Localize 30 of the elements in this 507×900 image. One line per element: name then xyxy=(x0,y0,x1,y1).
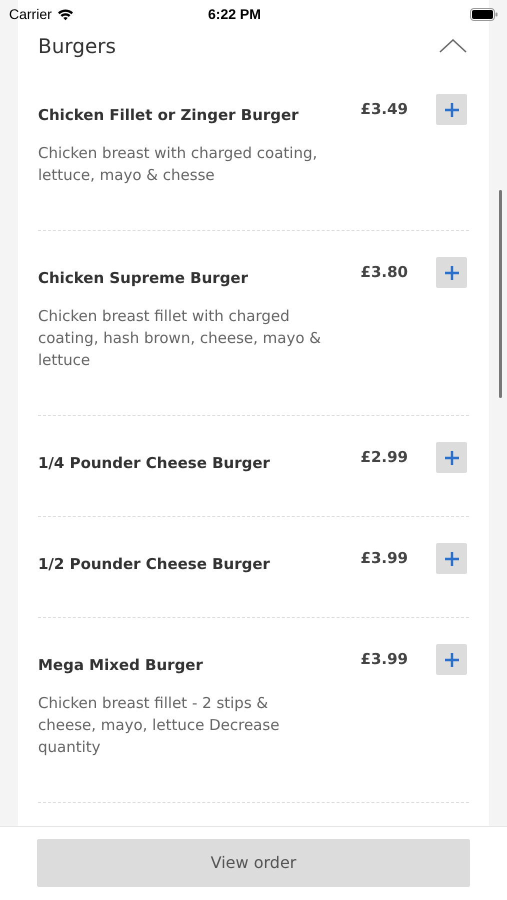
item-name: 1/2 Pounder Cheese Burger xyxy=(38,554,271,575)
section-title: Burgers xyxy=(38,33,116,60)
item-description: Chicken breast fillet with charged coating, hash brown, cheese, mayo & lettuce xyxy=(38,306,322,371)
add-button[interactable] xyxy=(436,257,467,288)
battery-icon xyxy=(470,8,498,20)
carrier-label: Carrier xyxy=(9,4,52,24)
add-button[interactable] xyxy=(436,442,467,473)
chevron-up-icon[interactable] xyxy=(439,39,467,53)
item-description: Chicken breast with charged coating, lettuce, mayo & chesse xyxy=(38,143,318,186)
item-price: £3.49 xyxy=(360,99,408,120)
view-order-button[interactable]: View order xyxy=(37,839,470,887)
item-name: Chicken Fillet or Zinger Burger xyxy=(38,105,300,126)
add-button[interactable] xyxy=(436,543,467,574)
plus-icon xyxy=(444,550,460,566)
plus-icon xyxy=(444,264,460,280)
item-name: Chicken Supreme Burger xyxy=(38,268,249,289)
item-name: Mega Mixed Burger xyxy=(38,655,204,676)
item-price: £3.99 xyxy=(360,548,408,569)
plus-icon xyxy=(444,450,460,466)
plus-icon xyxy=(444,102,460,118)
add-button[interactable] xyxy=(436,94,467,125)
plus-icon xyxy=(444,652,460,668)
item-price: £3.99 xyxy=(360,649,408,670)
item-name: 1/4 Pounder Cheese Burger xyxy=(38,453,271,474)
wifi-icon xyxy=(56,8,74,20)
item-price: £2.99 xyxy=(360,447,408,468)
item-description: Chicken breast fillet - 2 stips & cheese, mayo, lettuce Decrease quantity xyxy=(38,693,280,758)
status-time: 6:22 PM xyxy=(208,4,261,24)
item-price: £3.80 xyxy=(360,262,408,283)
add-button[interactable] xyxy=(436,644,467,675)
